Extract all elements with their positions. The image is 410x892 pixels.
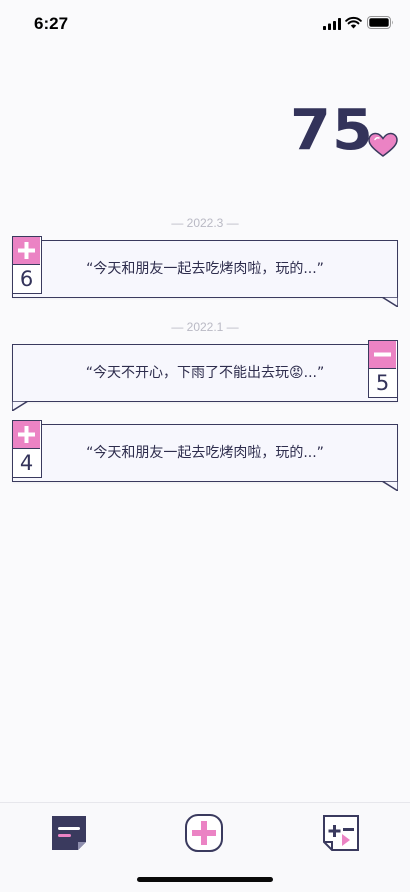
plus-minus-icon[interactable]: [321, 813, 361, 853]
score-display: 75: [290, 98, 402, 164]
score-value: 75: [290, 98, 374, 163]
card-tail: [382, 481, 398, 491]
heart-icon: [368, 132, 398, 157]
record-card[interactable]: 6 “今天和朋友一起去吃烤肉啦，玩的...”: [12, 236, 398, 307]
notes-list-icon[interactable]: [49, 813, 89, 853]
home-indicator: [137, 877, 273, 882]
add-record-icon[interactable]: [184, 813, 224, 853]
points-badge: 4: [12, 420, 42, 478]
card-tail: [12, 401, 28, 411]
plus-icon: [18, 242, 35, 259]
points-value: 5: [369, 368, 396, 396]
plus-badge: [13, 421, 40, 448]
minus-icon: [374, 352, 391, 357]
record-text: “今天和朋友一起去吃烤肉啦，玩的...”: [86, 261, 324, 277]
record-card[interactable]: 4 “今天和朋友一起去吃烤肉啦，玩的...”: [12, 420, 398, 491]
points-badge: 5: [368, 340, 398, 398]
plus-badge: [13, 237, 40, 264]
plus-icon: [18, 426, 35, 443]
wifi-icon: [345, 16, 362, 29]
record-text: “今天不开心，下雨了不能出去玩😡...”: [85, 365, 325, 381]
points-badge: 6: [12, 236, 42, 294]
status-bar: 6:27: [0, 0, 410, 50]
signal-icon: [323, 18, 341, 30]
record-text: “今天和朋友一起去吃烤肉啦，玩的...”: [86, 445, 324, 461]
date-label: — 2022.3 —: [171, 216, 239, 230]
points-value: 6: [13, 264, 40, 292]
date-label: — 2022.1 —: [171, 320, 239, 334]
record-card[interactable]: 5 “今天不开心，下雨了不能出去玩😡...”: [12, 340, 398, 411]
minus-badge: [369, 341, 396, 368]
points-value: 4: [13, 448, 40, 476]
status-time: 6:27: [34, 14, 69, 33]
battery-icon: [367, 16, 393, 29]
card-tail: [382, 297, 398, 307]
